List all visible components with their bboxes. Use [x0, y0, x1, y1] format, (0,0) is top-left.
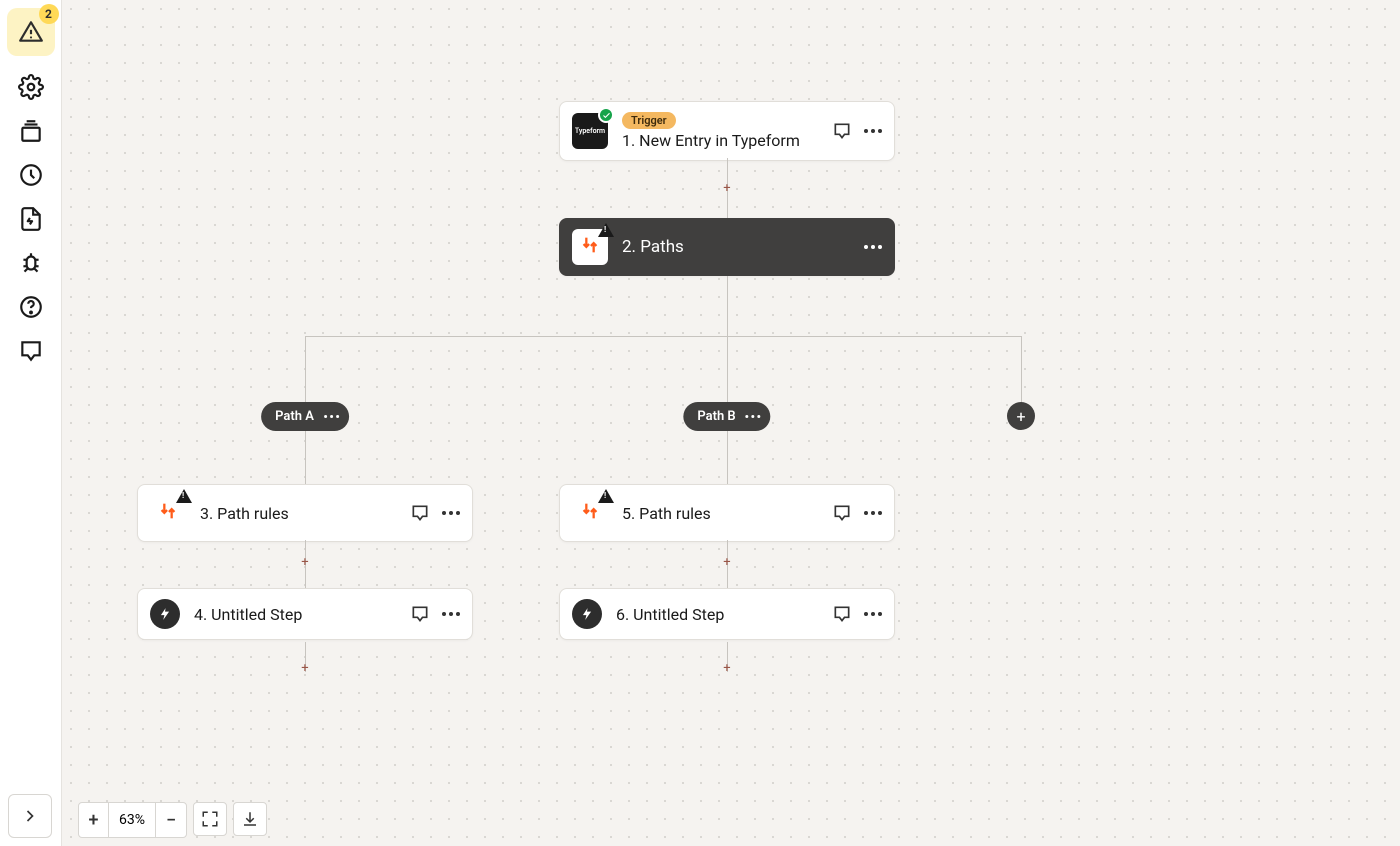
add-step-button[interactable]: + [720, 555, 734, 569]
sidebar: 2 [0, 0, 62, 846]
node-title: 3. Path rules [200, 504, 400, 523]
path-label: Path A [275, 409, 314, 424]
fit-screen-button[interactable] [193, 802, 227, 836]
warning-badge-icon [176, 489, 192, 503]
path-b-pill[interactable]: Path B [683, 402, 770, 431]
comment-icon[interactable] [832, 503, 852, 523]
node-title: 6. Untitled Step [616, 605, 822, 624]
comment-icon[interactable] [410, 503, 430, 523]
node-title: 2. Paths [622, 237, 854, 257]
action-bolt-icon [150, 599, 180, 629]
more-icon[interactable] [864, 129, 882, 133]
node-trigger[interactable]: Typeform Trigger 1. New Entry in Typefor… [559, 101, 895, 161]
chevron-right-icon [20, 806, 40, 826]
zoom-out-button[interactable]: − [156, 803, 186, 837]
paths-icon [572, 495, 608, 531]
zap-file-icon[interactable] [18, 206, 44, 232]
connector [727, 276, 728, 336]
history-icon[interactable] [18, 162, 44, 188]
zoom-toolbar: + 63% − [78, 802, 267, 838]
help-icon[interactable] [18, 294, 44, 320]
connector [305, 336, 1021, 337]
more-icon[interactable] [864, 612, 882, 616]
add-step-button[interactable]: + [298, 555, 312, 569]
warning-badge-icon [598, 223, 614, 237]
versions-icon[interactable] [18, 118, 44, 144]
node-paths[interactable]: 2. Paths [559, 218, 895, 276]
sidebar-alerts[interactable]: 2 [7, 8, 55, 56]
workflow-canvas[interactable]: Typeform Trigger 1. New Entry in Typefor… [62, 0, 1400, 846]
export-button[interactable] [233, 802, 267, 836]
more-icon[interactable] [324, 415, 339, 418]
alert-count-badge: 2 [39, 4, 59, 24]
comment-icon[interactable] [832, 121, 852, 141]
node-title: 4. Untitled Step [194, 605, 400, 624]
trigger-pill: Trigger [622, 112, 676, 129]
node-path-rules-a[interactable]: 3. Path rules [137, 484, 473, 542]
warning-triangle-icon [18, 19, 44, 45]
more-icon[interactable] [864, 245, 882, 249]
comment-icon[interactable] [832, 604, 852, 624]
warning-badge-icon [598, 489, 614, 503]
check-badge-icon [598, 107, 614, 123]
debug-icon[interactable] [18, 250, 44, 276]
add-step-button[interactable]: + [720, 661, 734, 675]
node-title: 5. Path rules [622, 504, 822, 523]
more-icon[interactable] [864, 511, 882, 515]
node-path-rules-b[interactable]: 5. Path rules [559, 484, 895, 542]
download-icon [241, 810, 259, 828]
settings-icon[interactable] [18, 74, 44, 100]
add-step-button[interactable]: + [720, 181, 734, 195]
add-path-button[interactable]: + [1007, 402, 1035, 430]
typeform-app-icon: Typeform [572, 113, 608, 149]
fit-icon [201, 810, 219, 828]
node-title: 1. New Entry in Typeform [622, 131, 822, 150]
zoom-level[interactable]: 63% [109, 803, 156, 837]
more-icon[interactable] [442, 511, 460, 515]
path-label: Path B [697, 409, 735, 424]
paths-icon [572, 229, 608, 265]
add-step-button[interactable]: + [298, 661, 312, 675]
node-untitled-a[interactable]: 4. Untitled Step [137, 588, 473, 640]
comment-icon[interactable] [410, 604, 430, 624]
more-icon[interactable] [442, 612, 460, 616]
action-bolt-icon [572, 599, 602, 629]
more-icon[interactable] [746, 415, 761, 418]
node-untitled-b[interactable]: 6. Untitled Step [559, 588, 895, 640]
comment-icon[interactable] [18, 338, 44, 364]
path-a-pill[interactable]: Path A [261, 402, 349, 431]
zoom-in-button[interactable]: + [79, 803, 109, 837]
expand-sidebar-button[interactable] [8, 794, 52, 838]
paths-icon [150, 495, 186, 531]
